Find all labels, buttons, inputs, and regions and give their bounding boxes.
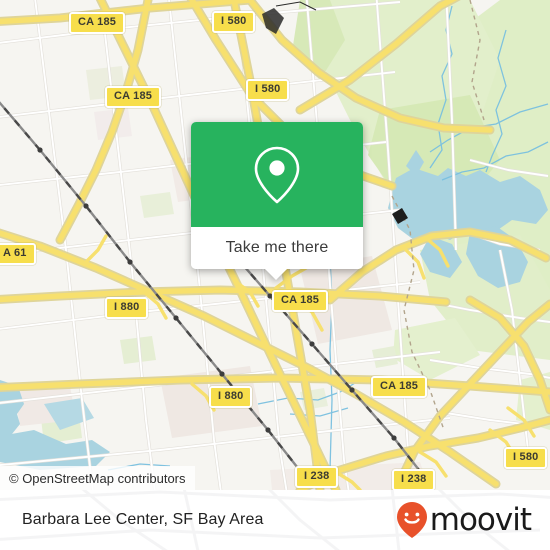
road-shield[interactable]: CA 185: [371, 376, 428, 398]
map-pin-icon: [254, 146, 300, 203]
popup-body: Take me there: [191, 122, 363, 269]
popup-header: [191, 122, 363, 227]
road-shield[interactable]: I 580: [212, 11, 256, 33]
road-shield[interactable]: I 238: [392, 469, 436, 490]
road-shield[interactable]: A 61: [0, 243, 36, 265]
take-me-there-label: Take me there: [225, 239, 329, 256]
page-footer: Barbara Lee Center, SF Bay Area moovit: [0, 490, 550, 550]
moovit-logo[interactable]: moovit: [395, 500, 532, 540]
location-popup[interactable]: Take me there: [191, 122, 363, 280]
road-shield[interactable]: CA 185: [69, 12, 126, 34]
road-shield[interactable]: I 238: [295, 466, 339, 488]
road-shield[interactable]: CA 185: [105, 86, 162, 108]
popup-footer[interactable]: Take me there: [191, 227, 363, 269]
road-shield[interactable]: I 580: [504, 447, 548, 469]
road-shield[interactable]: CA 185: [272, 290, 329, 312]
moovit-wordmark: moovit: [429, 501, 532, 538]
attribution-text[interactable]: © OpenStreetMap contributors: [9, 471, 186, 486]
popup-pointer: [264, 268, 288, 280]
road-shield[interactable]: I 880: [209, 386, 253, 408]
road-shield[interactable]: I 580: [246, 79, 290, 101]
map-page: CA 185 I 580 CA 185 I 580 A 61 I 880 CA …: [0, 0, 550, 550]
road-shield[interactable]: I 880: [105, 297, 149, 319]
moovit-pin-smiley-icon: [396, 502, 427, 538]
map-canvas[interactable]: CA 185 I 580 CA 185 I 580 A 61 I 880 CA …: [0, 0, 550, 490]
map-attribution: © OpenStreetMap contributors: [0, 466, 195, 490]
place-title: Barbara Lee Center, SF Bay Area: [22, 511, 264, 528]
